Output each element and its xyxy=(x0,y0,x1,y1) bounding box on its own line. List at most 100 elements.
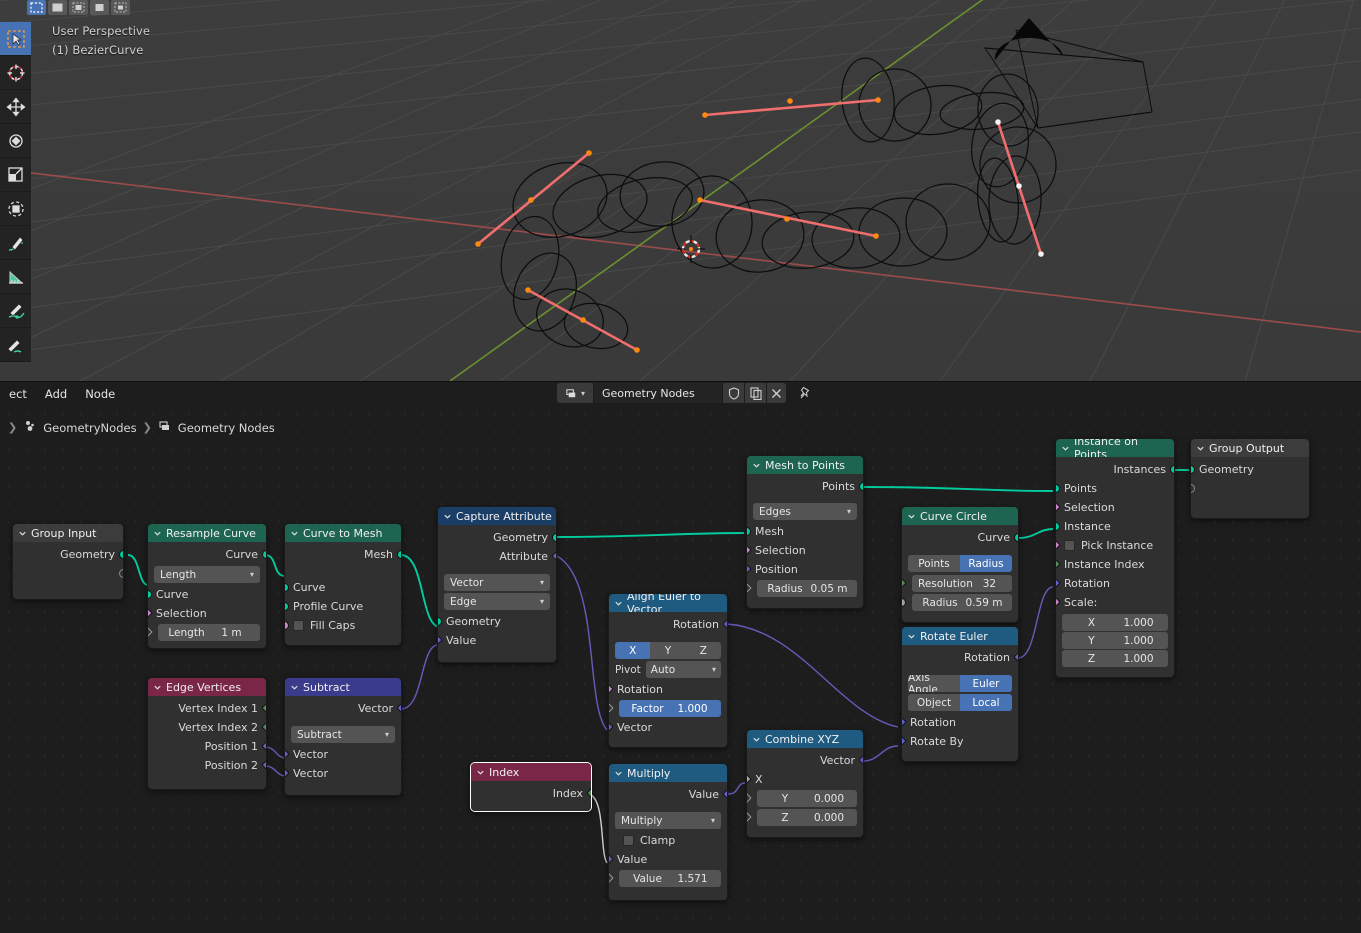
socket-vertex-index-1[interactable] xyxy=(261,702,266,714)
socket-index[interactable] xyxy=(586,787,591,799)
node-subtract[interactable]: Subtract Vector Subtract ▾ Vector Vector xyxy=(284,677,402,796)
chevron-down-icon[interactable] xyxy=(18,529,27,538)
socket-row-points-out[interactable]: Points xyxy=(747,477,863,496)
chevron-down-icon[interactable] xyxy=(907,632,916,641)
socket-points[interactable] xyxy=(1056,484,1060,493)
socket-row-position-2[interactable]: Position 2 xyxy=(148,756,266,775)
chevron-down-icon[interactable] xyxy=(290,683,299,692)
object-space-button[interactable]: Object xyxy=(908,694,960,711)
node-header[interactable]: Multiply xyxy=(609,764,727,782)
socket-virtual[interactable] xyxy=(1191,484,1195,493)
datablock-name-field[interactable]: Geometry Nodes xyxy=(594,383,722,403)
chevron-down-icon[interactable] xyxy=(290,529,299,538)
node-tree-datablock[interactable]: ▾ Geometry Nodes xyxy=(557,383,815,403)
data-type-dropdown[interactable]: Vector ▾ xyxy=(444,574,550,591)
chevron-down-icon[interactable] xyxy=(153,683,162,692)
socket-row-vector-out[interactable]: Vector xyxy=(285,699,401,718)
socket-x[interactable] xyxy=(747,773,752,785)
socket-row-rotation[interactable]: Rotation xyxy=(1056,574,1174,593)
socket-factor[interactable] xyxy=(609,702,614,714)
socket-row-selection[interactable]: Selection xyxy=(148,604,266,623)
radius-field[interactable]: Radius 0.05 m xyxy=(757,580,857,597)
socket-vector-1[interactable] xyxy=(285,748,290,760)
socket-row-x[interactable]: X xyxy=(747,770,863,789)
curve-draw-tool[interactable] xyxy=(0,328,31,362)
socket-mesh[interactable] xyxy=(397,550,401,559)
socket-z[interactable] xyxy=(747,811,752,823)
socket-vector-out[interactable] xyxy=(396,702,401,714)
clamp-row[interactable]: Clamp xyxy=(609,831,727,850)
node-header[interactable]: Combine XYZ xyxy=(747,730,863,748)
pivot-dropdown[interactable]: Auto ▾ xyxy=(645,661,721,678)
socket-row-fill-caps[interactable]: Fill Caps xyxy=(285,616,401,635)
socket-selection[interactable] xyxy=(747,544,752,556)
socket-row-value-in-2[interactable]: Value 1.571 xyxy=(609,869,727,888)
socket-row-scale[interactable]: Scale: xyxy=(1056,593,1174,612)
chevron-down-icon[interactable] xyxy=(153,529,162,538)
breadcrumb-object[interactable]: GeometryNodes xyxy=(43,421,136,435)
node-rotate-euler[interactable]: Rotate Euler Rotation Axis Angle Euler O… xyxy=(901,626,1019,762)
socket-position-1[interactable] xyxy=(261,740,266,752)
socket-pick-instance[interactable] xyxy=(1056,539,1061,551)
socket-vector-in[interactable] xyxy=(609,721,614,733)
selmode-tweak[interactable] xyxy=(27,0,46,15)
axis-toggle-group[interactable]: X Y Z xyxy=(615,642,721,659)
socket-points-out[interactable] xyxy=(859,482,863,491)
socket-row-points[interactable]: Points xyxy=(1056,479,1174,498)
socket-row-radius[interactable]: Radius 0.05 m xyxy=(747,579,863,598)
node-header[interactable]: Instance on Points xyxy=(1056,439,1174,461)
mode-radius-button[interactable]: Radius xyxy=(960,555,1012,572)
socket-virtual[interactable] xyxy=(119,569,123,578)
curve-pen-tool[interactable] xyxy=(0,294,31,328)
node-mesh-to-points[interactable]: Mesh to Points Points Edges ▾ Mesh Selec… xyxy=(746,455,864,609)
socket-row-resolution[interactable]: Resolution 32 xyxy=(902,574,1018,593)
scale-y-field[interactable]: Y 1.000 xyxy=(1062,632,1168,649)
menu-node[interactable]: Node xyxy=(76,387,124,401)
socket-row-rotate-by[interactable]: Rotate By xyxy=(902,732,1018,751)
euler-button[interactable]: Euler xyxy=(960,675,1012,692)
socket-row-geometry-in[interactable]: Geometry xyxy=(1191,460,1309,479)
node-header[interactable]: Curve to Mesh xyxy=(285,524,401,542)
chevron-down-icon[interactable] xyxy=(752,735,761,744)
socket-row-mesh-out[interactable]: Mesh xyxy=(285,545,401,564)
socket-row-profile-curve[interactable]: Profile Curve xyxy=(285,597,401,616)
socket-geometry-out[interactable] xyxy=(552,533,556,542)
breadcrumb-modifier[interactable]: Geometry Nodes xyxy=(178,421,275,435)
geometry-node-editor[interactable]: ❯ GeometryNodes ❯ Geometry Nodes Group I… xyxy=(0,405,1361,933)
node-header[interactable]: Rotate Euler xyxy=(902,627,1018,645)
socket-row-value-in[interactable]: Value xyxy=(438,631,556,650)
socket-rotation[interactable] xyxy=(1056,577,1061,589)
socket-selection[interactable] xyxy=(148,607,153,619)
chevron-down-icon[interactable] xyxy=(614,599,623,608)
node-header[interactable]: Align Euler to Vector xyxy=(609,594,727,616)
socket-row-y[interactable]: Y 0.000 xyxy=(747,789,863,808)
node-edge-vertices[interactable]: Edge Vertices Vertex Index 1 Vertex Inde… xyxy=(147,677,267,790)
socket-row-rotation-in[interactable]: Rotation xyxy=(609,680,727,699)
resolution-field[interactable]: Resolution 32 xyxy=(912,575,1012,592)
y-field[interactable]: Y 0.000 xyxy=(757,790,857,807)
socket-row-curve-in[interactable]: Curve xyxy=(148,585,266,604)
node-header[interactable]: Edge Vertices xyxy=(148,678,266,696)
socket-geometry[interactable] xyxy=(119,550,123,559)
socket-profile-curve[interactable] xyxy=(285,602,289,611)
chevron-down-icon[interactable] xyxy=(614,769,623,778)
socket-row-value-in-1[interactable]: Value xyxy=(609,850,727,869)
socket-instances[interactable] xyxy=(1170,465,1174,474)
socket-row-vector-in[interactable]: Vector xyxy=(609,718,727,737)
socket-row-rotation-in[interactable]: Rotation xyxy=(902,713,1018,732)
socket-curve[interactable] xyxy=(262,550,266,559)
chevron-down-icon[interactable] xyxy=(476,768,485,777)
socket-rotation-out[interactable] xyxy=(722,618,727,630)
node-group-input[interactable]: Group Input Geometry xyxy=(12,523,124,600)
socket-length[interactable] xyxy=(148,626,153,638)
axis-y-button[interactable]: Y xyxy=(650,642,686,659)
socket-row-factor[interactable]: Factor 1.000 xyxy=(609,699,727,718)
transform-tool[interactable] xyxy=(0,192,31,226)
socket-row-geometry-in[interactable]: Geometry xyxy=(438,612,556,631)
socket-value-in-2[interactable] xyxy=(609,872,614,884)
node-header[interactable]: Resample Curve xyxy=(148,524,266,542)
socket-row-z[interactable]: Z 0.000 xyxy=(747,808,863,827)
axis-angle-button[interactable]: Axis Angle xyxy=(908,675,960,692)
socket-row-instance[interactable]: Instance xyxy=(1056,517,1174,536)
local-space-button[interactable]: Local xyxy=(960,694,1012,711)
